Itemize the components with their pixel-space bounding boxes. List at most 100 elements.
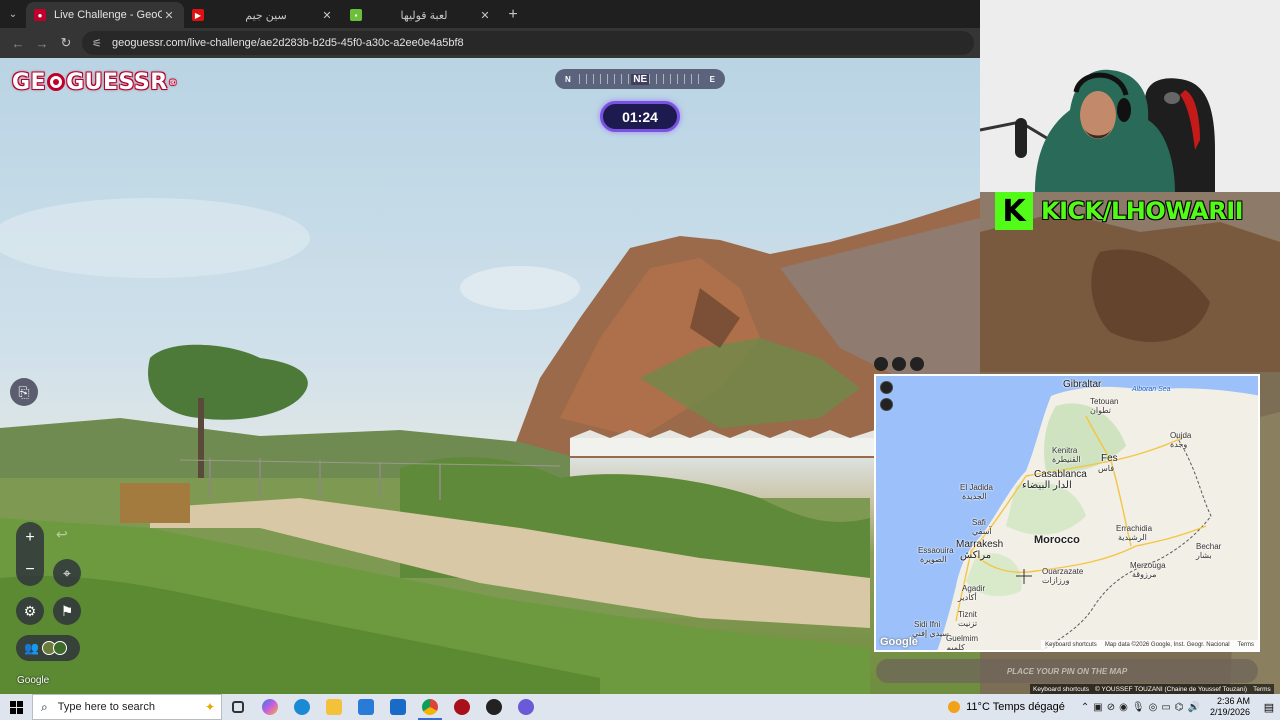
- tab-sin-jim[interactable]: ▶ سين جيم ✕: [184, 2, 342, 28]
- task-view-icon[interactable]: [222, 694, 254, 720]
- map-zoom-out-icon[interactable]: [880, 398, 893, 411]
- copilot-icon[interactable]: [254, 694, 286, 720]
- tray-app-icon[interactable]: ◎: [1149, 702, 1158, 713]
- taskbar-search-box[interactable]: ⌕ Type here to search ✦: [32, 694, 222, 720]
- map-expand-icon[interactable]: [892, 357, 906, 371]
- volume-icon[interactable]: 🔊: [1188, 702, 1200, 713]
- close-tab-icon[interactable]: ✕: [478, 9, 492, 22]
- site-info-icon[interactable]: ⚟: [92, 37, 106, 50]
- tray-app-icon[interactable]: ▣: [1093, 702, 1102, 713]
- map-size-controls: [874, 357, 924, 371]
- reload-icon[interactable]: ↻: [54, 31, 78, 55]
- edge-icon[interactable]: [286, 694, 318, 720]
- guess-map[interactable]: Gibraltar Alboran Sea Tetouan تطوان Oujd…: [874, 374, 1260, 652]
- kick-logo-icon: K: [995, 192, 1033, 230]
- clock-date: 2/19/2026: [1209, 707, 1250, 717]
- street-view-panorama[interactable]: [0, 58, 980, 694]
- map-label-merzouga-ar: مرزوقة: [1132, 570, 1157, 579]
- zoom-out-button[interactable]: −: [16, 554, 44, 586]
- return-to-start-icon[interactable]: ⌖: [53, 559, 81, 587]
- tab-geoguessr[interactable]: ● Live Challenge - GeoGuessr ✕: [26, 2, 184, 28]
- round-timer: 01:24: [600, 101, 680, 132]
- map-label-agadir-ar: أكادير: [958, 593, 977, 602]
- compass-right-label: E: [709, 74, 715, 84]
- weather-widget[interactable]: 11°C Temps dégagé: [948, 701, 1065, 713]
- windows-start-icon[interactable]: [0, 694, 32, 720]
- notifications-icon[interactable]: ▤: [1258, 701, 1280, 714]
- map-google-logo: Google: [880, 636, 918, 648]
- geoguessr-logo[interactable]: GE GUESSR ®: [12, 69, 177, 95]
- microphone-icon[interactable]: 🎙: [1132, 702, 1145, 713]
- tab-search-icon[interactable]: ⌄: [0, 0, 26, 28]
- discord-icon[interactable]: [510, 694, 542, 720]
- map-label-gibraltar: Gibraltar: [1063, 379, 1102, 390]
- close-tab-icon[interactable]: ✕: [162, 9, 176, 22]
- display-icon[interactable]: ▭: [1161, 702, 1170, 713]
- street-view-scenery: [0, 198, 980, 694]
- players-button[interactable]: 👥: [16, 635, 80, 661]
- checkpoint-flag-icon[interactable]: ⚑: [53, 597, 81, 625]
- search-highlight-icon: ✦: [204, 700, 215, 714]
- map-keyboard-shortcuts-link[interactable]: Keyboard shortcuts: [1041, 640, 1101, 650]
- keyboard-shortcuts-link[interactable]: Keyboard shortcuts: [1030, 686, 1092, 693]
- map-label-tiznit-ar: تزنيت: [958, 619, 978, 628]
- map-label-tetouan: Tetouan: [1090, 397, 1119, 406]
- tray-app-icon[interactable]: ⊘: [1107, 702, 1115, 713]
- map-label-fes: Fes: [1101, 453, 1118, 464]
- browser-tabbar: ⌄ ● Live Challenge - GeoGuessr ✕ ▶ سين ج…: [0, 0, 980, 28]
- logo-text-left: GE: [12, 69, 47, 95]
- app-icon-red[interactable]: [446, 694, 478, 720]
- map-label-tiznit: Tiznit: [958, 610, 977, 619]
- map-shrink-icon[interactable]: [874, 357, 888, 371]
- windows-taskbar: ⌕ Type here to search ✦ 11°C Temps dégag…: [0, 694, 1280, 720]
- terms-link[interactable]: Terms: [1250, 686, 1274, 693]
- settings-gear-icon[interactable]: ⚙: [16, 597, 44, 625]
- chrome-icon[interactable]: [414, 694, 446, 720]
- map-label-morocco: Morocco: [1034, 534, 1080, 546]
- address-bar[interactable]: ⚟ geoguessr.com/live-challenge/ae2d283b-…: [82, 31, 974, 55]
- map-label-errachidia: Errachidia: [1116, 524, 1153, 533]
- tab-title: Live Challenge - GeoGuessr: [54, 9, 162, 21]
- tab-lo3bat-goulha[interactable]: ▪ لعبة قوليها ✕: [342, 2, 500, 28]
- undo-move-button[interactable]: ↩: [56, 526, 68, 543]
- new-tab-button[interactable]: +: [500, 2, 526, 28]
- map-zoom-in-icon[interactable]: [880, 381, 893, 394]
- system-tray: 11°C Temps dégagé ⌃ ▣ ⊘ ◉ 🎙 ◎ ▭ ⌬ 🔊 2:36…: [948, 694, 1280, 720]
- clock-time: 2:36 AM: [1216, 696, 1250, 706]
- close-tab-icon[interactable]: ✕: [320, 9, 334, 22]
- map-label-ouarzazate: Ouarzazate: [1042, 567, 1084, 576]
- browser-toolbar: ← → ↻ ⚟ geoguessr.com/live-challenge/ae2…: [0, 28, 980, 58]
- store-icon[interactable]: [350, 694, 382, 720]
- tray-app-icon[interactable]: ◉: [1119, 702, 1128, 713]
- map-data-credit: Map data ©2026 Google, Inst. Geogr. Naci…: [1104, 642, 1230, 648]
- compass-left-label: N: [565, 74, 571, 84]
- weather-text: 11°C Temps dégagé: [966, 701, 1065, 713]
- map-label-marrakesh-ar: مراكش: [960, 550, 992, 561]
- imagery-author-credit: © YOUSSEF TOUZANI (Chaine de Youssef Tou…: [1095, 685, 1248, 693]
- outlook-icon[interactable]: [382, 694, 414, 720]
- map-terms-link[interactable]: Terms: [1234, 640, 1258, 650]
- logo-text-right: GUESSR: [66, 69, 168, 95]
- file-explorer-icon[interactable]: [318, 694, 350, 720]
- search-icon: ⌕: [41, 699, 48, 714]
- taskbar-clock[interactable]: 2:36 AM 2/19/2026: [1210, 696, 1250, 718]
- map-label-essaouira: Essaouira: [918, 546, 954, 555]
- zoom-controls: + −: [16, 522, 44, 586]
- network-icon[interactable]: ⌬: [1175, 702, 1184, 713]
- place-pin-button[interactable]: PLACE YOUR PIN ON THE MAP: [876, 659, 1258, 683]
- show-hidden-icons-icon[interactable]: ⌃: [1081, 702, 1089, 713]
- map-label-fes-ar: فاس: [1098, 464, 1115, 473]
- compass: N NE E: [555, 69, 725, 89]
- map-label-bechar: Bechar: [1196, 542, 1222, 551]
- zoom-in-button[interactable]: +: [16, 522, 44, 554]
- report-flag-icon[interactable]: ⎘: [10, 378, 38, 406]
- compass-ticks: NE: [578, 74, 702, 85]
- back-icon[interactable]: ←: [6, 31, 30, 55]
- map-pin-icon[interactable]: [910, 357, 924, 371]
- street-view-credits: Keyboard shortcuts © YOUSSEF TOUZANI (Ch…: [1030, 684, 1274, 694]
- map-label-merzouga: Merzouga: [1130, 561, 1166, 570]
- obs-icon[interactable]: [478, 694, 510, 720]
- geoguessr-favicon-icon: ●: [34, 9, 46, 21]
- forward-icon[interactable]: →: [30, 31, 54, 55]
- map-label-el-jadida-ar: الجديدة: [962, 492, 987, 501]
